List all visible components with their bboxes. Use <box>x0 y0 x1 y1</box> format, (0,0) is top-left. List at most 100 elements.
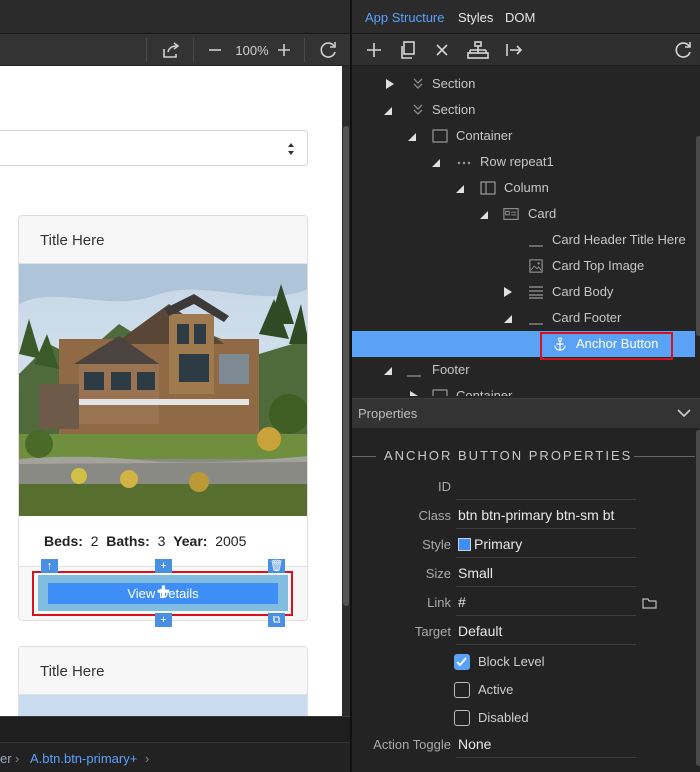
move-up-icon[interactable]: ↑ <box>41 559 58 573</box>
tree-scrollbar[interactable] <box>695 66 700 396</box>
chevron-down-icon[interactable] <box>676 407 692 419</box>
breadcrumb-item-current[interactable]: A.btn.btn-primary+ <box>30 751 137 766</box>
zoom-out-icon[interactable] <box>203 34 227 66</box>
canvas-scrollbar[interactable] <box>342 66 350 716</box>
tree-item-card-footer[interactable]: Card Footer <box>352 305 695 331</box>
action-toggle-select[interactable]: None <box>458 736 636 752</box>
card-top-image <box>19 264 307 516</box>
tree-item-label: Section <box>432 102 476 117</box>
link-field[interactable]: # <box>458 594 636 610</box>
tree-item-container[interactable]: Container <box>352 123 695 149</box>
tree-item-footer[interactable]: Footer <box>352 357 695 383</box>
property-label: ID <box>438 479 451 494</box>
property-class[interactable]: Class btn btn-primary btn-sm bt <box>352 502 695 531</box>
tree-item-column[interactable]: Column <box>352 175 695 201</box>
tree-item-label: Card <box>528 206 557 221</box>
tree-item-card-top-image[interactable]: Card Top Image <box>352 253 695 279</box>
card[interactable]: Title Here <box>18 646 308 716</box>
column-icon <box>480 181 496 195</box>
tree-item-section[interactable]: Section <box>352 97 695 123</box>
tree-item-card-header[interactable]: Card Header Title Here <box>352 227 695 253</box>
tree-item-card[interactable]: Card <box>352 201 695 227</box>
color-swatch <box>458 538 471 551</box>
canvas-status-bar <box>0 716 350 742</box>
active-checkbox[interactable] <box>454 682 470 698</box>
breadcrumb: er › A.btn.btn-primary+ › <box>0 742 350 772</box>
property-id[interactable]: ID <box>352 473 695 502</box>
style-select[interactable]: Primary <box>458 536 636 552</box>
breadcrumb-separator: › <box>15 751 20 766</box>
preview-select[interactable] <box>0 130 308 166</box>
property-target[interactable]: Target Default <box>352 618 695 647</box>
tree-item-label: Footer <box>432 362 470 377</box>
expand-arrow-icon[interactable] <box>410 391 418 396</box>
breadcrumb-item[interactable]: er <box>0 751 12 766</box>
year-value: 2005 <box>215 533 247 549</box>
collapse-arrow-icon[interactable] <box>504 313 512 323</box>
app-window: 100% Title Here Beds: 2 Baths: 3 Year: 2… <box>0 0 700 772</box>
divider <box>352 456 376 457</box>
properties-scrollbar[interactable] <box>695 428 700 772</box>
refresh-icon[interactable] <box>314 34 342 66</box>
tree-item-container[interactable]: Container <box>352 383 695 396</box>
app-structure-tree: Section Section Container Row repeat1 Co… <box>352 66 695 396</box>
hierarchy-icon[interactable] <box>464 34 492 66</box>
canvas-toolbar: 100% <box>0 34 350 66</box>
add-below-icon[interactable]: + <box>155 613 172 627</box>
collapse-arrow-icon[interactable] <box>432 157 440 167</box>
tab-app-structure[interactable]: App Structure <box>365 10 445 25</box>
refresh-icon[interactable] <box>670 34 696 66</box>
add-icon[interactable] <box>362 34 386 66</box>
collapse-arrow-icon[interactable] <box>408 131 416 141</box>
tree-item-label: Row repeat1 <box>480 154 554 169</box>
zoom-in-icon[interactable] <box>272 34 296 66</box>
divider <box>456 499 636 500</box>
delete-icon[interactable] <box>430 34 454 66</box>
add-above-icon[interactable]: + <box>155 559 172 573</box>
tree-item-label: Card Header Title Here <box>552 232 686 247</box>
expand-arrow-icon[interactable] <box>386 79 394 89</box>
properties-header[interactable]: Properties <box>352 398 700 428</box>
tree-item-label: Container <box>456 128 513 143</box>
share-icon[interactable] <box>157 34 185 66</box>
tree-item-row[interactable]: Row repeat1 <box>352 149 695 175</box>
property-style[interactable]: Style Primary <box>352 531 695 560</box>
delete-icon[interactable]: 🗑 <box>268 559 285 573</box>
expand-arrow-icon[interactable] <box>504 287 512 297</box>
size-select[interactable]: Small <box>458 565 636 581</box>
breadcrumb-separator: › <box>145 751 150 766</box>
tree-item-label: Card Footer <box>552 310 622 325</box>
drag-move-icon[interactable]: ✚ <box>155 585 172 601</box>
divider <box>634 456 695 457</box>
property-label: Size <box>425 566 451 581</box>
section-icon <box>413 78 423 89</box>
collapse-arrow-icon[interactable] <box>480 209 488 219</box>
zoom-level: 100% <box>235 42 269 58</box>
folder-icon[interactable] <box>642 597 658 609</box>
disabled-checkbox[interactable] <box>454 710 470 726</box>
tree-item-card-body[interactable]: Card Body <box>352 279 695 305</box>
move-out-icon[interactable] <box>502 34 526 66</box>
duplicate-icon[interactable] <box>396 34 420 66</box>
tab-dom[interactable]: DOM <box>505 10 535 25</box>
duplicate-icon[interactable]: ⧉ <box>268 613 285 627</box>
scrollbar-thumb[interactable] <box>343 126 349 606</box>
tree-item-label: Container <box>456 388 513 396</box>
card-header: Title Here <box>19 216 307 264</box>
block-level-checkbox[interactable] <box>454 654 470 670</box>
collapse-arrow-icon[interactable] <box>384 105 392 115</box>
property-link[interactable]: Link # <box>352 589 695 618</box>
tab-styles[interactable]: Styles <box>458 10 493 25</box>
scrollbar-thumb[interactable] <box>696 136 700 336</box>
scrollbar-thumb[interactable] <box>696 430 700 766</box>
collapse-arrow-icon[interactable] <box>456 183 464 193</box>
collapse-arrow-icon[interactable] <box>384 365 392 375</box>
beds-label: Beds: <box>44 533 83 549</box>
target-select[interactable]: Default <box>458 623 636 639</box>
class-field[interactable]: btn btn-primary btn-sm bt <box>458 507 636 523</box>
property-action-toggle[interactable]: Action Toggle None <box>352 731 695 760</box>
properties-header-label: Properties <box>358 406 418 421</box>
property-size[interactable]: Size Small <box>352 560 695 589</box>
checkbox-label: Block Level <box>478 654 545 669</box>
tree-item-section[interactable]: Section <box>352 71 695 97</box>
